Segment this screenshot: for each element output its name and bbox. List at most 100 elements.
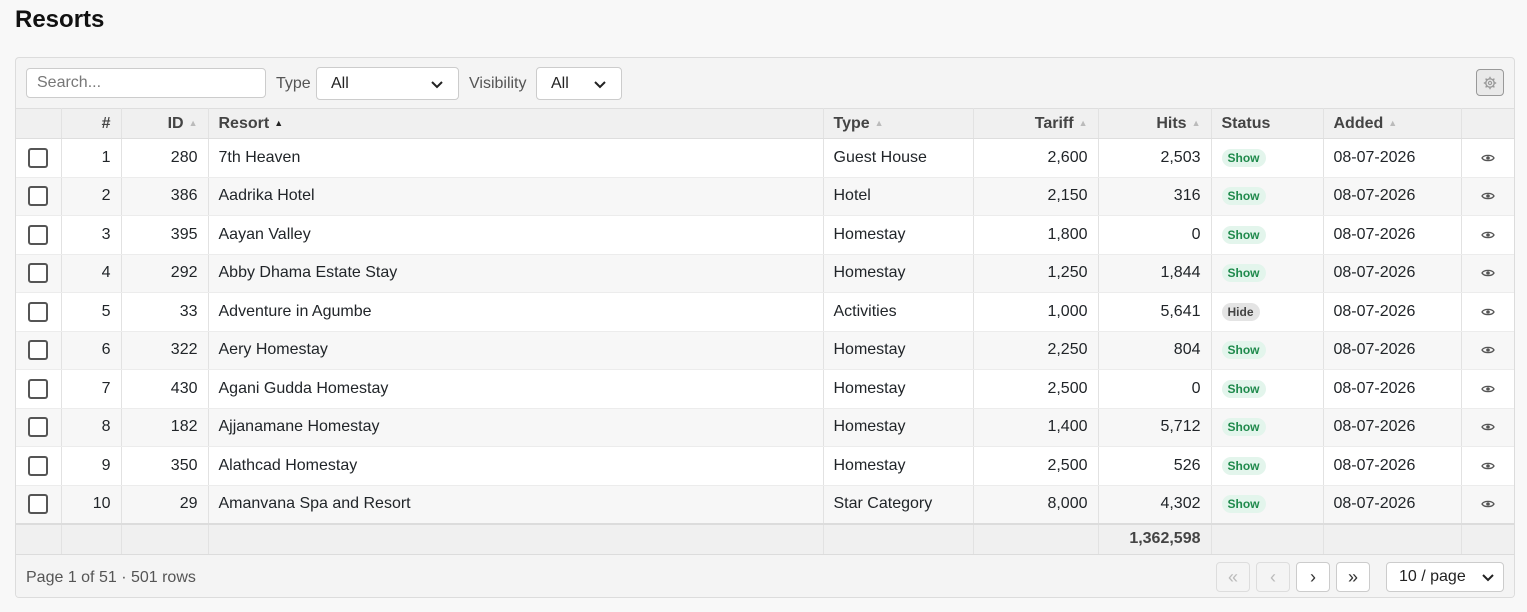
view-button[interactable] bbox=[1481, 418, 1495, 435]
view-button[interactable] bbox=[1481, 380, 1495, 397]
row-added: 08-07-2026 bbox=[1323, 408, 1462, 447]
view-button[interactable] bbox=[1481, 149, 1495, 166]
header-hits[interactable]: Hits ▲ bbox=[1098, 108, 1212, 139]
status-badge: Show bbox=[1221, 456, 1266, 475]
row-tariff: 2,600 bbox=[973, 138, 1099, 178]
row-checkbox[interactable] bbox=[28, 147, 49, 168]
type-filter-select[interactable]: All bbox=[316, 67, 459, 100]
eye-icon bbox=[1481, 192, 1495, 200]
row-num: 2 bbox=[61, 177, 122, 216]
table-row[interactable]: 1 280 7th Heaven Guest House 2,600 2,503 Show 0… bbox=[16, 138, 1514, 178]
view-button[interactable] bbox=[1481, 457, 1495, 474]
row-checkbox[interactable] bbox=[28, 224, 49, 245]
row-tariff: 1,800 bbox=[973, 215, 1099, 255]
row-added: 08-07-2026 bbox=[1323, 215, 1462, 255]
sort-neutral-icon: ▲ bbox=[1078, 117, 1088, 128]
row-type: Activities bbox=[823, 292, 974, 332]
row-checkbox[interactable] bbox=[28, 378, 49, 399]
gear-icon bbox=[1483, 76, 1497, 89]
eye-icon bbox=[1481, 308, 1495, 315]
row-tariff: 2,150 bbox=[973, 177, 1099, 216]
header-resort[interactable]: Resort ▲ bbox=[208, 108, 824, 139]
status-badge: Show bbox=[1221, 418, 1266, 437]
header-actions bbox=[1461, 108, 1514, 139]
table-row[interactable]: 5 33 Adventure in Agumbe Activities 1,000 5,6… bbox=[16, 292, 1514, 332]
row-num: 3 bbox=[61, 215, 122, 255]
row-view-cell bbox=[1461, 138, 1514, 178]
row-view-cell bbox=[1461, 369, 1514, 409]
eye-icon bbox=[1481, 346, 1495, 354]
eye-icon bbox=[1481, 385, 1495, 392]
row-select-cell bbox=[16, 331, 62, 370]
status-badge: Show bbox=[1221, 264, 1266, 283]
row-select-cell bbox=[16, 177, 62, 216]
table-row[interactable]: 10 29 Amanvana Spa and Resort Star Category… bbox=[16, 485, 1514, 524]
row-type: Hotel bbox=[823, 177, 974, 216]
row-select-cell bbox=[16, 446, 62, 486]
table-row[interactable]: 2 386 Aadrika Hotel Hotel 2,150 316 Show 08-07-… bbox=[16, 177, 1514, 216]
row-status-cell: Show bbox=[1211, 254, 1324, 293]
header-id[interactable]: ID ▲ bbox=[121, 108, 209, 139]
view-button[interactable] bbox=[1481, 264, 1495, 281]
table-row[interactable]: 7 430 Agani Gudda Homestay Homestay 2,500 0 Sh… bbox=[16, 369, 1514, 409]
row-status-cell: Show bbox=[1211, 369, 1324, 409]
row-checkbox[interactable] bbox=[28, 186, 49, 207]
row-checkbox[interactable] bbox=[28, 455, 49, 476]
row-checkbox[interactable] bbox=[28, 263, 49, 284]
chevron-down-icon bbox=[1482, 574, 1494, 582]
column-settings-button[interactable] bbox=[1476, 69, 1504, 96]
row-resort-name: Aadrika Hotel bbox=[208, 177, 824, 216]
row-hits: 316 bbox=[1098, 177, 1212, 216]
view-button[interactable] bbox=[1481, 303, 1495, 320]
first-page-button[interactable]: « bbox=[1216, 562, 1250, 592]
row-hits: 5,712 bbox=[1098, 408, 1212, 447]
view-button[interactable] bbox=[1481, 341, 1495, 358]
row-view-cell bbox=[1461, 485, 1514, 524]
header-added[interactable]: Added ▲ bbox=[1323, 108, 1462, 139]
row-checkbox[interactable] bbox=[28, 340, 49, 361]
row-checkbox[interactable] bbox=[28, 301, 49, 322]
table-header-row: # ID ▲ Resort ▲ Type ▲ Tariff ▲ Hits ▲ Status… bbox=[16, 108, 1514, 139]
row-type: Homestay bbox=[823, 254, 974, 293]
last-page-button[interactable]: » bbox=[1336, 562, 1370, 592]
page-size-value: 10 / page bbox=[1399, 568, 1466, 585]
header-type[interactable]: Type ▲ bbox=[823, 108, 974, 139]
row-checkbox[interactable] bbox=[28, 494, 49, 514]
header-num: # bbox=[61, 108, 122, 139]
row-resort-name: 7th Heaven bbox=[208, 138, 824, 178]
page-title: Resorts bbox=[15, 6, 105, 33]
row-view-cell bbox=[1461, 177, 1514, 216]
row-status-cell: Show bbox=[1211, 331, 1324, 370]
row-num: 7 bbox=[61, 369, 122, 409]
next-page-button[interactable]: › bbox=[1296, 562, 1330, 592]
row-hits: 5,641 bbox=[1098, 292, 1212, 332]
table-row[interactable]: 9 350 Alathcad Homestay Homestay 2,500 526 Sho… bbox=[16, 446, 1514, 486]
row-id: 33 bbox=[121, 292, 209, 332]
header-tariff[interactable]: Tariff ▲ bbox=[973, 108, 1099, 139]
row-added: 08-07-2026 bbox=[1323, 254, 1462, 293]
row-tariff: 1,250 bbox=[973, 254, 1099, 293]
table-row[interactable]: 3 395 Aayan Valley Homestay 1,800 0 Show 08-07-… bbox=[16, 215, 1514, 255]
table-row[interactable]: 6 322 Aery Homestay Homestay 2,250 804 Show 08-… bbox=[16, 331, 1514, 370]
view-button[interactable] bbox=[1481, 226, 1495, 243]
page-size-select[interactable]: 10 / page bbox=[1386, 562, 1504, 592]
row-type: Homestay bbox=[823, 408, 974, 447]
resorts-table: # ID ▲ Resort ▲ Type ▲ Tariff ▲ Hits ▲ Status… bbox=[16, 108, 1514, 555]
row-num: 8 bbox=[61, 408, 122, 447]
view-button[interactable] bbox=[1481, 495, 1495, 512]
row-added: 08-07-2026 bbox=[1323, 138, 1462, 178]
table-row[interactable]: 8 182 Ajjanamane Homestay Homestay 1,400 5,71… bbox=[16, 408, 1514, 447]
search-input[interactable] bbox=[26, 68, 266, 98]
view-button[interactable] bbox=[1481, 187, 1495, 204]
table-row[interactable]: 4 292 Abby Dhama Estate Stay Homestay 1,250 1… bbox=[16, 254, 1514, 293]
row-view-cell bbox=[1461, 292, 1514, 332]
row-checkbox[interactable] bbox=[28, 417, 49, 438]
chevron-down-icon bbox=[594, 80, 606, 88]
row-tariff: 8,000 bbox=[973, 485, 1099, 524]
row-added: 08-07-2026 bbox=[1323, 177, 1462, 216]
row-tariff: 1,400 bbox=[973, 408, 1099, 447]
row-status-cell: Show bbox=[1211, 177, 1324, 216]
prev-page-button[interactable]: ‹ bbox=[1256, 562, 1290, 592]
visibility-filter-select[interactable]: All bbox=[536, 67, 622, 100]
row-resort-name: Adventure in Agumbe bbox=[208, 292, 824, 332]
